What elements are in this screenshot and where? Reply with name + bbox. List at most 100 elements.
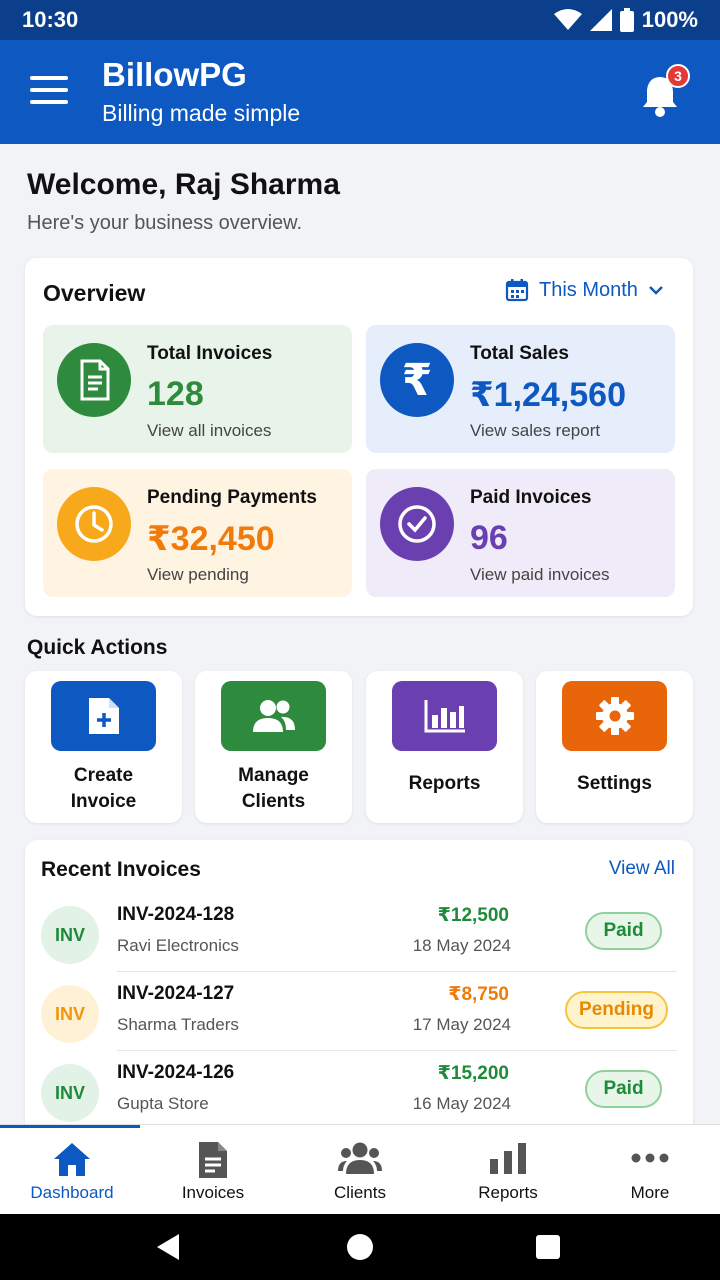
view-all-link[interactable]: View All: [609, 858, 675, 880]
manage-clients-button[interactable]: Manage Clients: [195, 671, 352, 823]
invoice-avatar: INV: [41, 1064, 99, 1122]
total-sales-tile[interactable]: ₹ Total Sales ₹1,24,560 View sales repor…: [366, 325, 675, 453]
tile-link[interactable]: View paid invoices: [470, 565, 610, 585]
tile-label: Total Sales: [470, 343, 569, 364]
nav-reports[interactable]: Reports: [436, 1125, 580, 1215]
reports-button[interactable]: Reports: [366, 671, 523, 823]
app-bar: BillowPG Billing made simple 3: [0, 40, 720, 144]
invoice-row[interactable]: INV INV-2024-127 Sharma Traders ₹8,750 1…: [25, 981, 693, 1061]
app-subtitle: Billing made simple: [102, 100, 301, 126]
wifi-icon: [553, 9, 582, 30]
period-selector[interactable]: This Month: [505, 278, 664, 302]
tile-link[interactable]: View pending: [147, 565, 249, 585]
hamburger-line: [30, 100, 68, 104]
tile-value: ₹1,24,560: [470, 376, 627, 414]
welcome-title: Welcome, Raj Sharma: [27, 168, 340, 201]
pending-payments-tile[interactable]: Pending Payments ₹32,450 View pending: [43, 469, 352, 597]
home-icon: [54, 1143, 90, 1176]
signal-icon: [589, 9, 612, 31]
document-icon: [199, 1142, 227, 1178]
bar-chart-icon: [490, 1143, 526, 1174]
recent-invoices-card: Recent Invoices View All INV INV-2024-12…: [25, 840, 693, 1140]
overview-title: Overview: [43, 280, 146, 306]
hamburger-line: [30, 88, 68, 92]
bar-chart-icon: [392, 681, 497, 751]
invoice-icon: [57, 343, 131, 417]
invoice-avatar: INV: [41, 906, 99, 964]
invoice-date: 16 May 2024: [412, 1094, 511, 1113]
calendar-icon: [505, 279, 529, 302]
check-circle-icon: [380, 487, 454, 561]
back-icon[interactable]: [155, 1233, 181, 1261]
invoice-row[interactable]: INV INV-2024-128 Ravi Electronics ₹12,50…: [25, 902, 693, 982]
tile-value: 128: [147, 375, 204, 413]
hamburger-line: [30, 76, 68, 80]
battery-icon: [619, 8, 634, 32]
total-invoices-tile[interactable]: Total Invoices 128 View all invoices: [43, 325, 352, 453]
period-label: This Month: [539, 278, 638, 301]
invoice-number: INV-2024-128: [117, 904, 235, 925]
app-title: BillowPG: [102, 56, 247, 93]
bottom-navigation: Dashboard Invoices Clients Reports More: [0, 1124, 720, 1214]
invoice-date: 17 May 2024: [412, 1015, 511, 1034]
clock-icon: [57, 487, 131, 561]
quick-actions-title: Quick Actions: [27, 636, 168, 659]
recents-icon[interactable]: [535, 1234, 561, 1260]
row-divider: [117, 971, 677, 972]
invoice-client: Sharma Traders: [117, 1015, 239, 1034]
nav-invoices[interactable]: Invoices: [141, 1125, 285, 1215]
system-navigation-bar: [0, 1214, 720, 1280]
status-bar: 10:30 100%: [0, 0, 720, 40]
users-icon: [221, 681, 326, 751]
invoice-amount: ₹15,200: [437, 1063, 509, 1084]
invoice-amount: ₹8,750: [448, 984, 509, 1005]
status-icons: 100%: [553, 7, 698, 33]
invoice-client: Ravi Electronics: [117, 936, 239, 955]
create-invoice-button[interactable]: Create Invoice: [25, 671, 182, 823]
row-divider: [117, 1050, 677, 1051]
nav-label: Invoices: [181, 1183, 245, 1202]
settings-button[interactable]: Settings: [536, 671, 693, 823]
recent-invoices-title: Recent Invoices: [41, 858, 201, 881]
paid-invoices-tile[interactable]: Paid Invoices 96 View paid invoices: [366, 469, 675, 597]
nav-dashboard[interactable]: Dashboard: [0, 1125, 144, 1215]
tile-label: Total Invoices: [147, 343, 273, 364]
notification-badge: 3: [666, 64, 690, 88]
qa-label: Reports: [408, 773, 481, 794]
rupee-icon: ₹: [380, 343, 454, 417]
overview-card: Overview This Month Total Invoices 128 V…: [25, 258, 693, 616]
nav-more[interactable]: More: [578, 1125, 720, 1215]
tile-value: ₹32,450: [147, 520, 275, 558]
nav-label: Dashboard: [30, 1183, 114, 1202]
tile-link[interactable]: View all invoices: [147, 421, 271, 441]
nav-label: More: [630, 1183, 670, 1202]
notifications-button[interactable]: 3: [640, 64, 690, 118]
gear-icon: [562, 681, 667, 751]
home-button-icon[interactable]: [346, 1233, 374, 1261]
tile-value: 96: [470, 519, 508, 557]
nav-label: Clients: [334, 1183, 386, 1202]
invoice-avatar: INV: [41, 985, 99, 1043]
welcome-subtitle: Here's your business overview.: [27, 212, 303, 234]
more-icon: [631, 1153, 669, 1163]
nav-clients[interactable]: Clients: [288, 1125, 432, 1215]
menu-button[interactable]: [30, 76, 68, 108]
status-time: 10:30: [22, 7, 79, 32]
tile-label: Paid Invoices: [470, 487, 592, 508]
add-document-icon: [51, 681, 156, 751]
invoice-number: INV-2024-126: [117, 1062, 235, 1083]
nav-label: Reports: [478, 1183, 538, 1202]
invoice-number: INV-2024-127: [117, 983, 235, 1004]
qa-label: Settings: [577, 773, 652, 794]
tile-label: Pending Payments: [147, 487, 317, 508]
tile-link[interactable]: View sales report: [470, 421, 600, 441]
status-badge: Pending: [565, 991, 668, 1029]
battery-percent: 100%: [641, 7, 698, 32]
invoice-amount: ₹12,500: [437, 905, 509, 926]
invoice-date: 18 May 2024: [412, 936, 511, 955]
chevron-down-icon: [649, 286, 663, 295]
status-badge: Paid: [585, 1070, 662, 1108]
qa-label: Manage Clients: [238, 765, 309, 812]
invoice-client: Gupta Store: [117, 1094, 209, 1113]
status-badge: Paid: [585, 912, 662, 950]
